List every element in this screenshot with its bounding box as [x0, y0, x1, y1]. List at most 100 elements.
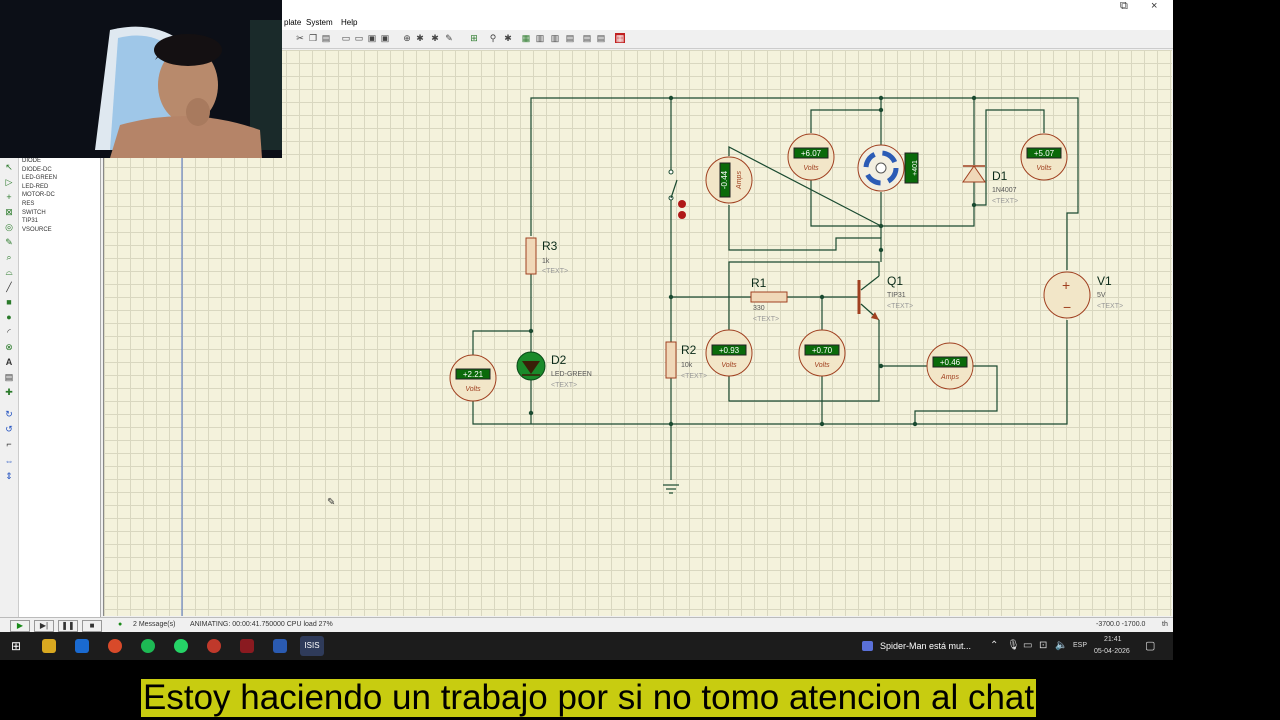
webcam-overlay	[0, 0, 282, 158]
new-sheet-icon[interactable]: ▦	[521, 33, 531, 43]
spotify-icon[interactable]	[141, 639, 155, 653]
circle-icon[interactable]: ●	[3, 311, 15, 323]
block-copy-icon[interactable]: ▭	[341, 33, 351, 43]
svg-text:+: +	[1062, 277, 1070, 293]
mirror-y-icon[interactable]: ⇕	[3, 470, 15, 482]
probe-icon[interactable]: ✎	[3, 236, 15, 248]
restore-button[interactable]: ⧉	[1120, 0, 1128, 13]
component-mode-icon[interactable]: ▷	[3, 176, 15, 188]
camera-icon[interactable]: ▭	[1023, 640, 1032, 651]
menu-help[interactable]: Help	[341, 18, 357, 27]
report-icon[interactable]: ▤	[582, 33, 592, 43]
marker-icon[interactable]: ✚	[3, 386, 15, 398]
voltmeter-r2[interactable]: +0.93 Volts	[705, 329, 753, 377]
block-rotate-icon[interactable]: ▣	[367, 33, 377, 43]
pause-button[interactable]: ❚❚	[58, 620, 78, 632]
start-icon[interactable]: ⊞	[9, 639, 23, 653]
cut-icon[interactable]: ✂	[295, 33, 305, 43]
app-icon[interactable]	[240, 639, 254, 653]
bom-icon[interactable]: ▤	[565, 33, 575, 43]
block-move-icon[interactable]: ▭	[354, 33, 364, 43]
device-item[interactable]: DIODE	[22, 157, 100, 166]
r3-resistor[interactable]: R3 1k <TEXT>	[525, 237, 568, 275]
device-item[interactable]: MOTOR-DC	[22, 191, 100, 200]
voltmeter-d1[interactable]: +5.07 Volts	[1020, 133, 1068, 181]
mirror-x-icon[interactable]: ⇔	[3, 455, 15, 467]
browser-icon[interactable]	[207, 639, 221, 653]
arc-icon[interactable]: ◜	[3, 326, 15, 338]
r1-value: 330	[753, 305, 765, 312]
make-device-icon[interactable]: ✱	[430, 33, 440, 43]
whatsapp-icon[interactable]	[174, 639, 188, 653]
step-button[interactable]: ▶|	[34, 620, 54, 632]
d2-led[interactable]: D2 LED-GREEN <TEXT>	[516, 351, 592, 389]
block-delete-icon[interactable]: ▣	[380, 33, 390, 43]
junction-icon[interactable]: +	[3, 191, 15, 203]
voltmeter-be[interactable]: +0.70 Volts	[798, 329, 846, 377]
goto-sheet-icon[interactable]: ▥	[550, 33, 560, 43]
clock-date[interactable]: 05-04-2026	[1094, 648, 1130, 655]
action-center-icon[interactable]: ▢	[1145, 639, 1155, 652]
remove-sheet-icon[interactable]: ▥	[535, 33, 545, 43]
ares-icon[interactable]: ▦	[615, 33, 625, 43]
r2-resistor[interactable]: R2 10k <TEXT>	[665, 341, 707, 380]
play-button[interactable]: ▶	[10, 620, 30, 632]
ammeter-switch[interactable]: -0.44 Amps	[705, 156, 753, 204]
v1-source[interactable]: + − V1 5V <TEXT>	[1043, 271, 1123, 319]
instrument-icon[interactable]: ⌕	[3, 251, 15, 263]
wire-label-icon[interactable]: ⊠	[3, 206, 15, 218]
device-item[interactable]: VSOURCE	[22, 226, 100, 235]
zoom-icon[interactable]: ⊕	[402, 33, 412, 43]
dc-motor[interactable]: +401	[857, 144, 919, 192]
outlook-icon[interactable]	[75, 639, 89, 653]
paste-icon[interactable]: ▤	[321, 33, 331, 43]
r1-resistor[interactable]: R1 330 <TEXT>	[750, 276, 788, 323]
angle-field[interactable]: ⌐	[3, 438, 15, 450]
device-item[interactable]: LED-GREEN	[22, 174, 100, 183]
generator-icon[interactable]: ◎	[3, 221, 15, 233]
now-playing[interactable]: Spider-Man está mut...	[880, 641, 971, 651]
rotate-ccw-icon[interactable]: ↺	[3, 423, 15, 435]
tools-icon[interactable]: ✎	[444, 33, 454, 43]
device-item[interactable]: DIODE-DC	[22, 166, 100, 175]
proteus-isis-icon[interactable]: ISIS	[300, 636, 324, 656]
q1-transistor[interactable]: Q1 TIP31 <TEXT>	[857, 274, 913, 321]
voltmeter-led[interactable]: +2.21 Volts	[449, 354, 497, 402]
box-icon[interactable]: ■	[3, 296, 15, 308]
d1-diode[interactable]: D1 1N4007 <TEXT>	[962, 165, 1018, 205]
meter-unit: Volts	[803, 165, 819, 172]
path-icon[interactable]: ⊗	[3, 341, 15, 353]
line-icon[interactable]: ╱	[3, 281, 15, 293]
copy-icon[interactable]: ❐	[308, 33, 318, 43]
microphone-icon[interactable]: 🎙	[1007, 640, 1020, 651]
stop-button[interactable]: ■	[82, 620, 102, 632]
tray-chevron-icon[interactable]: ⌃	[990, 640, 998, 651]
device-item[interactable]: RES	[22, 200, 100, 209]
menu-template[interactable]: plate	[284, 18, 301, 27]
word-icon[interactable]	[273, 639, 287, 653]
netlist-icon[interactable]: ▤	[596, 33, 606, 43]
close-button[interactable]: ×	[1151, 0, 1157, 12]
symbol-icon[interactable]: ▤	[3, 371, 15, 383]
volume-icon[interactable]: 🔈	[1055, 640, 1067, 651]
rotate-cw-icon[interactable]: ↻	[3, 408, 15, 420]
device-item[interactable]: SWITCH	[22, 209, 100, 218]
search-tag-icon[interactable]: ⚲	[488, 33, 498, 43]
device-item[interactable]: TIP31	[22, 217, 100, 226]
file-explorer-icon[interactable]	[42, 639, 56, 653]
ammeter-emitter[interactable]: +0.46 Amps	[926, 342, 974, 390]
device-item[interactable]: LED-RED	[22, 183, 100, 192]
pick-device-icon[interactable]: ✱	[415, 33, 425, 43]
property-icon[interactable]: ✱	[503, 33, 513, 43]
selection-mode-icon[interactable]: ↖	[3, 161, 15, 173]
wire-autorouter-icon[interactable]: ⊞	[469, 33, 479, 43]
network-icon[interactable]: ⊡	[1039, 640, 1047, 651]
tape-icon[interactable]: ⌓	[3, 266, 15, 278]
language-indicator[interactable]: ESP	[1073, 642, 1087, 649]
voltmeter-motor[interactable]: +6.07 Volts	[787, 133, 835, 181]
messages-count[interactable]: 2 Message(s)	[133, 621, 175, 628]
text-icon[interactable]: A	[3, 356, 15, 368]
clock-time[interactable]: 21:41	[1104, 636, 1122, 643]
chrome-icon[interactable]	[108, 639, 122, 653]
menu-system[interactable]: System	[306, 18, 333, 27]
